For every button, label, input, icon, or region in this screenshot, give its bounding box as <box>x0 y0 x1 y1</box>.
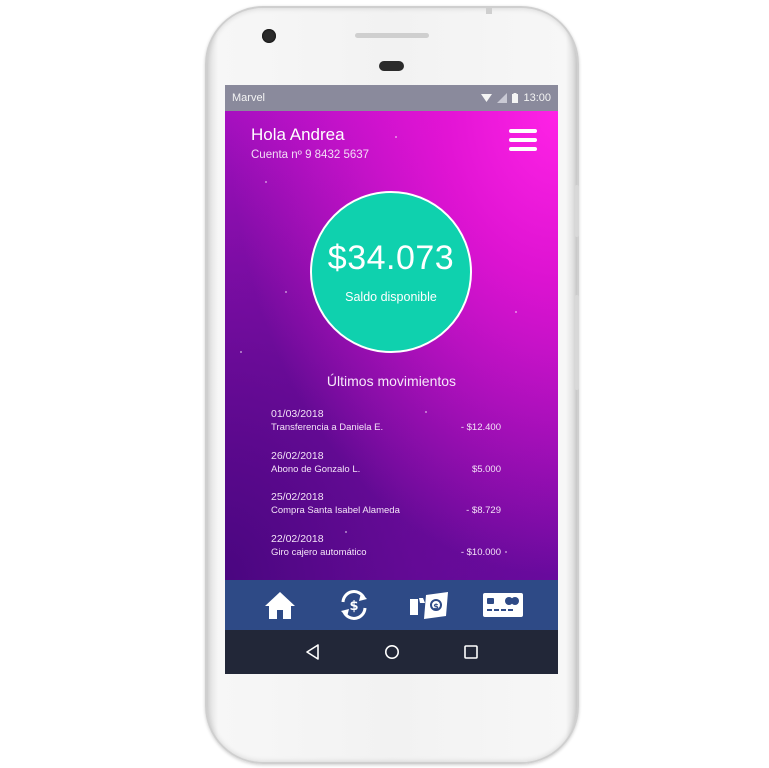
movements-title: Últimos movimientos <box>326 373 457 389</box>
movement-date: 25/02/2018 <box>271 491 324 503</box>
movement-amount: $5.000 <box>471 463 501 475</box>
phone-screen: Marvel 13:00 Hola Andrea Cuenta nº 9 843… <box>225 85 558 674</box>
bottom-tab-bar: $ $ <box>225 580 558 630</box>
carrier-label: Marvel <box>232 92 266 104</box>
movement-date: 01/03/2018 <box>271 408 324 420</box>
list-item[interactable]: 01/03/2018 Transferencia a Daniela E. - … <box>271 408 511 450</box>
clock: 13:00 <box>523 92 551 104</box>
recents-square-icon <box>463 645 478 659</box>
list-item[interactable]: 26/02/2018 Abono de Gonzalo L. $5.000 <box>271 450 511 492</box>
power-button <box>575 185 579 237</box>
sensor-pill <box>379 61 404 71</box>
movement-amount: - $8.729 <box>466 505 501 516</box>
movement-date: 22/02/2018 <box>271 532 324 545</box>
greeting-title: Hola Andrea <box>251 125 345 144</box>
hamburger-icon[interactable] <box>509 129 539 153</box>
payment-icon: $ <box>409 592 448 619</box>
tab-cards[interactable] <box>479 585 527 625</box>
recents-button[interactable] <box>456 637 486 667</box>
back-triangle-icon <box>305 644 319 660</box>
tab-exchange[interactable]: $ <box>330 585 378 625</box>
exchange-money-icon: $ <box>341 590 368 620</box>
credit-card-icon <box>482 593 523 617</box>
movement-amount: - $12.400 <box>460 422 501 433</box>
movement-amount: - $10.000 <box>460 546 501 558</box>
account-number: Cuenta nº 9 8432 5637 <box>251 149 370 161</box>
movement-date: 26/02/2018 <box>271 449 324 462</box>
earpiece-speaker <box>355 33 429 38</box>
battery-icon <box>512 93 519 103</box>
volume-button <box>575 295 579 390</box>
back-button[interactable] <box>298 637 328 667</box>
signal-icon <box>497 93 508 103</box>
svg-text:$: $ <box>433 602 439 611</box>
home-circle-icon <box>384 645 399 659</box>
front-camera <box>262 29 276 43</box>
list-item[interactable]: 25/02/2018 Compra Santa Isabel Alameda -… <box>271 491 511 533</box>
list-item[interactable]: 22/02/2018 Giro cajero automático - $10.… <box>271 533 511 575</box>
movements-list: 01/03/2018 Transferencia a Daniela E. - … <box>271 408 511 574</box>
balance-circle: $34.073 Saldo disponible <box>310 191 472 353</box>
status-icons: 13:00 <box>481 92 551 104</box>
top-notch <box>486 6 492 14</box>
home-icon <box>265 592 296 619</box>
wifi-icon <box>481 94 493 102</box>
main-content: Hola Andrea Cuenta nº 9 8432 5637 $34.07… <box>225 111 558 580</box>
home-nav-button[interactable] <box>377 637 407 667</box>
balance-label: Saldo disponible <box>345 290 437 304</box>
tab-home[interactable] <box>256 585 304 625</box>
android-nav-bar <box>225 630 558 674</box>
status-bar: Marvel 13:00 <box>225 85 558 111</box>
tab-payment[interactable]: $ <box>405 585 453 625</box>
svg-text:$: $ <box>350 599 359 614</box>
balance-amount: $34.073 <box>327 239 455 277</box>
